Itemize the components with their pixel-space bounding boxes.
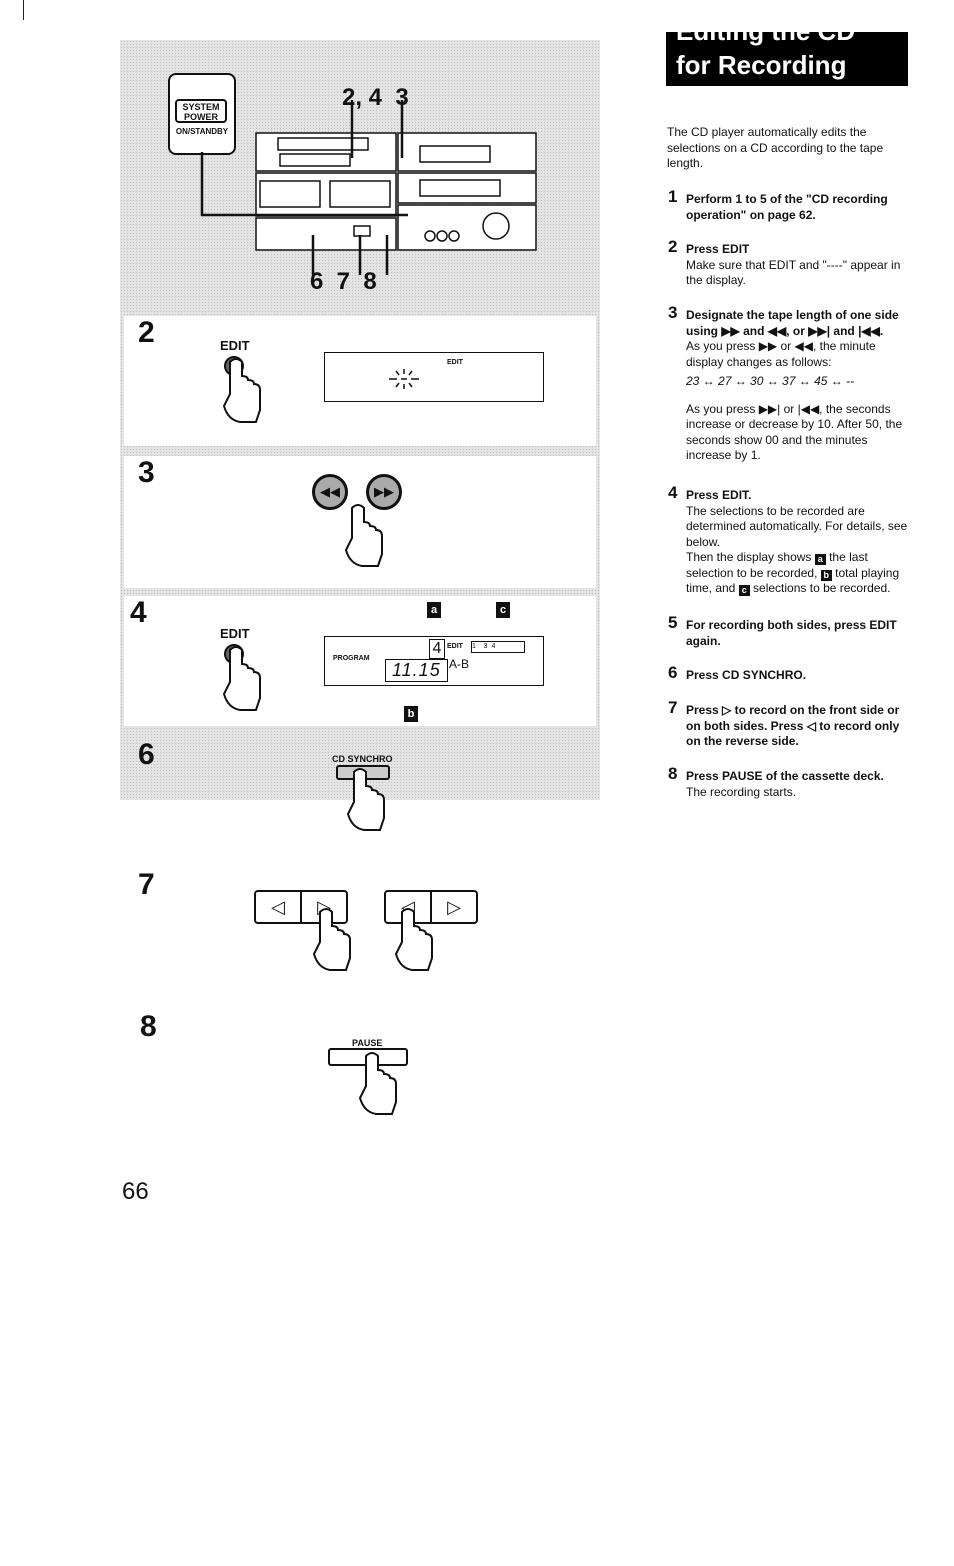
panel-step-number: 4 [130,596,147,629]
step-number: 1 [668,187,678,206]
callout-bottom-numbers: 6 7 8 [310,268,377,295]
panel-step-number: 6 [138,738,155,771]
minute-sequence: 23 ↔ 27 ↔ 30 ↔ 37 ↔ 45 ↔ -- [686,374,855,388]
panel-step-number: 2 [138,316,155,349]
legend-symbol-a: a [814,554,826,565]
display-edit-indicator: EDIT [447,643,463,650]
hand-pressing-edit-icon [222,644,261,711]
step-heading: For recording both sides, press EDIT aga… [686,618,897,648]
step-number: 7 [668,698,678,717]
step-heading: Designate the tape length of one side us… [686,308,899,338]
legend-symbol-c: c [738,585,750,596]
display-edit-indicator: EDIT [447,359,463,366]
display-program-indicator: PROGRAM [333,655,370,662]
instruction-step-3: 3 Designate the tape length of one side … [668,303,913,464]
panel-step-4: 4 EDIT a c PROGRAM 11.15 4 EDIT A-B 1 3 … [124,596,596,726]
step-heading: Press ▷ to record on the front side or o… [686,703,900,748]
cd-synchro-label: CD SYNCHRO [332,754,393,764]
instruction-step-2: 2 Press EDIT Make sure that EDIT and "--… [668,237,913,289]
page-title-line1: Editing the CD [676,32,855,47]
panel-step-number: 7 [138,868,155,901]
callout-b: b [404,706,418,722]
edit-display: EDIT [324,352,544,402]
step-number: 6 [668,663,678,682]
panel-step-3: 3 ◀◀ ▶▶ [124,456,596,588]
edit-label: EDIT [220,626,250,641]
hand-pointer-icon [346,768,385,831]
step-body: As you press ▶▶| or |◀◀, the seconds inc… [686,401,903,463]
callout-top-numbers: 2, 4 3 [342,84,409,111]
step-body: The selections to be recorded are determ… [686,503,908,549]
pause-label: PAUSE [352,1038,383,1048]
step-heading: Press EDIT. [686,488,752,502]
legend-text: selections to be recorded. [753,581,891,595]
page-title-line2: for Recording [676,50,847,80]
step-number: 8 [668,764,678,783]
display-ab-indicator: A-B [449,657,470,671]
instruction-step-5: 5 For recording both sides, press EDIT a… [668,613,913,649]
display-track-list: 1 3 4 [471,641,525,653]
step-body: As you press ▶▶ or ◀◀, the minute displa… [686,339,876,369]
panel-step-number: 8 [140,1010,157,1043]
display-legend: Then the display shows a the last select… [686,550,913,597]
instruction-step-8: 8 Press PAUSE of the cassette deck. The … [668,764,913,800]
step-number: 5 [668,613,678,632]
intro-paragraph: The CD player automatically edits the se… [667,125,884,170]
blinking-dashes-icon [389,369,419,389]
crop-mark [23,0,24,20]
hand-pointer-icon [394,908,433,971]
step-body: Make sure that EDIT and "----" appear in… [686,257,901,288]
edit-label: EDIT [220,338,250,353]
step-heading: Press EDIT [686,242,750,256]
legend-symbol-b: b [820,569,832,581]
reverse-play-button[interactable]: ◁ [254,890,302,924]
panel-step-2: 2 EDIT EDIT [124,316,596,446]
display-time: 11.15 [385,659,448,682]
hand-pressing-edit-icon [222,356,261,423]
callout-a: a [427,602,441,618]
step-heading: Press CD SYNCHRO. [686,668,807,682]
system-overview: SYSTEM POWER ON/STANDBY 2, 4 3 6 7 8 [120,40,600,310]
instruction-step-1: 1 Perform 1 to 5 of the "CD recording op… [668,187,913,223]
step-number: 2 [668,237,678,256]
panel-step-number: 3 [138,456,155,489]
display-track-number: 4 [429,639,445,659]
program-display: PROGRAM 11.15 4 EDIT A-B 1 3 4 [324,636,544,686]
page-number: 66 [122,1178,149,1205]
step-heading: Press PAUSE of the cassette deck. [686,769,884,783]
instruction-step-6: 6 Press CD SYNCHRO. [668,663,913,684]
hand-pointer-icon [312,908,351,971]
callout-c: c [496,602,510,618]
step-number: 3 [668,303,678,322]
legend-text: Then the display shows [686,550,812,564]
instruction-step-4: 4 Press EDIT. The selections to be recor… [668,483,913,597]
instruction-step-7: 7 Press ▷ to record on the front side or… [668,698,913,750]
hand-pointer-icon [344,504,383,567]
step-heading: Perform 1 to 5 of the "CD recording oper… [686,192,888,222]
step-body: The recording starts. [686,784,797,799]
hand-pointer-icon [358,1052,397,1115]
page-title: Editing the CD for Recording [666,32,908,86]
step-number: 4 [668,483,678,502]
